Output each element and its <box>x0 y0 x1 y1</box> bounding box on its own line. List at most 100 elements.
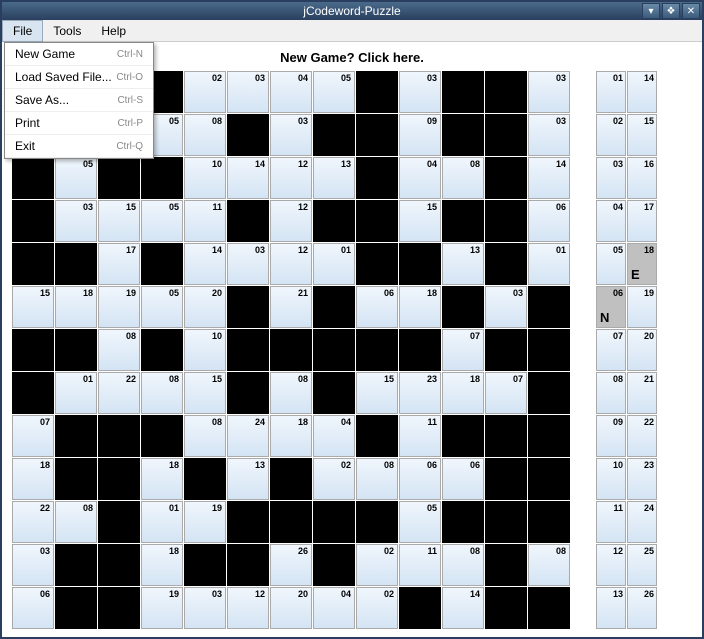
grid-cell[interactable]: 15 <box>12 286 54 328</box>
code-cell[interactable]: 11 <box>596 501 626 543</box>
grid-cell[interactable]: 11 <box>399 415 441 457</box>
grid-cell[interactable]: 04 <box>313 587 355 629</box>
grid-cell[interactable]: 10 <box>184 157 226 199</box>
grid-cell[interactable]: 08 <box>442 157 484 199</box>
grid-cell[interactable]: 22 <box>12 501 54 543</box>
grid-cell[interactable]: 05 <box>141 200 183 242</box>
grid-cell[interactable]: 15 <box>399 200 441 242</box>
code-cell[interactable]: 02 <box>596 114 626 156</box>
grid-cell[interactable]: 07 <box>12 415 54 457</box>
grid-cell[interactable]: 20 <box>270 587 312 629</box>
grid-cell[interactable]: 03 <box>12 544 54 586</box>
grid-cell[interactable]: 03 <box>485 286 527 328</box>
code-cell[interactable]: 25 <box>627 544 657 586</box>
grid-cell[interactable]: 19 <box>98 286 140 328</box>
grid-cell[interactable]: 18 <box>141 458 183 500</box>
grid-cell[interactable]: 12 <box>270 243 312 285</box>
grid-cell[interactable]: 13 <box>227 458 269 500</box>
grid-cell[interactable]: 06 <box>12 587 54 629</box>
grid-cell[interactable]: 07 <box>442 329 484 371</box>
grid-cell[interactable]: 11 <box>184 200 226 242</box>
grid-cell[interactable]: 14 <box>184 243 226 285</box>
grid-cell[interactable]: 04 <box>270 71 312 113</box>
grid-cell[interactable]: 20 <box>184 286 226 328</box>
grid-cell[interactable]: 05 <box>399 501 441 543</box>
grid-cell[interactable]: 02 <box>184 71 226 113</box>
grid-cell[interactable]: 19 <box>184 501 226 543</box>
grid-cell[interactable]: 01 <box>141 501 183 543</box>
menu-exit[interactable]: Exit Ctrl-Q <box>5 135 153 158</box>
grid-cell[interactable]: 03 <box>227 71 269 113</box>
grid-cell[interactable]: 08 <box>528 544 570 586</box>
grid-cell[interactable]: 08 <box>184 415 226 457</box>
code-cell[interactable]: 18E <box>627 243 657 285</box>
grid-cell[interactable]: 14 <box>442 587 484 629</box>
code-cell[interactable]: 21 <box>627 372 657 414</box>
grid-cell[interactable]: 14 <box>227 157 269 199</box>
grid-cell[interactable]: 01 <box>313 243 355 285</box>
code-cell[interactable]: 08 <box>596 372 626 414</box>
menu-load-saved[interactable]: Load Saved File... Ctrl-O <box>5 66 153 89</box>
grid-cell[interactable]: 05 <box>313 71 355 113</box>
grid-cell[interactable]: 03 <box>270 114 312 156</box>
grid-cell[interactable]: 04 <box>399 157 441 199</box>
grid-cell[interactable]: 07 <box>485 372 527 414</box>
code-cell[interactable]: 15 <box>627 114 657 156</box>
grid-cell[interactable]: 09 <box>399 114 441 156</box>
minimize-icon[interactable]: ▾ <box>642 3 660 19</box>
grid-cell[interactable]: 15 <box>98 200 140 242</box>
code-cell[interactable]: 12 <box>596 544 626 586</box>
grid-cell[interactable]: 18 <box>12 458 54 500</box>
grid-cell[interactable]: 08 <box>356 458 398 500</box>
grid-cell[interactable]: 18 <box>399 286 441 328</box>
grid-cell[interactable]: 18 <box>442 372 484 414</box>
grid-cell[interactable]: 12 <box>270 157 312 199</box>
grid-cell[interactable]: 22 <box>98 372 140 414</box>
code-cell[interactable]: 24 <box>627 501 657 543</box>
grid-cell[interactable]: 11 <box>399 544 441 586</box>
grid-cell[interactable]: 08 <box>98 329 140 371</box>
grid-cell[interactable]: 03 <box>528 71 570 113</box>
grid-cell[interactable]: 10 <box>184 329 226 371</box>
grid-cell[interactable]: 08 <box>55 501 97 543</box>
grid-cell[interactable]: 12 <box>227 587 269 629</box>
grid-cell[interactable]: 21 <box>270 286 312 328</box>
grid-cell[interactable]: 17 <box>98 243 140 285</box>
grid-cell[interactable]: 08 <box>184 114 226 156</box>
code-cell[interactable]: 09 <box>596 415 626 457</box>
grid-cell[interactable]: 13 <box>442 243 484 285</box>
code-cell[interactable]: 23 <box>627 458 657 500</box>
grid-cell[interactable]: 02 <box>356 544 398 586</box>
grid-cell[interactable]: 15 <box>184 372 226 414</box>
grid-cell[interactable]: 02 <box>356 587 398 629</box>
grid-cell[interactable]: 05 <box>141 286 183 328</box>
grid-cell[interactable]: 15 <box>356 372 398 414</box>
code-cell[interactable]: 10 <box>596 458 626 500</box>
grid-cell[interactable]: 23 <box>399 372 441 414</box>
menu-file[interactable]: File <box>2 20 43 42</box>
grid-cell[interactable]: 04 <box>313 415 355 457</box>
menu-tools[interactable]: Tools <box>43 21 91 41</box>
code-cell[interactable]: 19 <box>627 286 657 328</box>
grid-cell[interactable]: 08 <box>141 372 183 414</box>
maximize-icon[interactable]: ❖ <box>662 3 680 19</box>
menu-help[interactable]: Help <box>91 21 136 41</box>
grid-cell[interactable]: 02 <box>313 458 355 500</box>
grid-cell[interactable]: 19 <box>141 587 183 629</box>
grid-cell[interactable]: 13 <box>313 157 355 199</box>
code-cell[interactable]: 13 <box>596 587 626 629</box>
code-cell[interactable]: 07 <box>596 329 626 371</box>
code-cell[interactable]: 01 <box>596 71 626 113</box>
grid-cell[interactable]: 03 <box>184 587 226 629</box>
grid-cell[interactable]: 01 <box>528 243 570 285</box>
grid-cell[interactable]: 05 <box>55 157 97 199</box>
code-cell[interactable]: 04 <box>596 200 626 242</box>
grid-cell[interactable]: 06 <box>442 458 484 500</box>
grid-cell[interactable]: 03 <box>528 114 570 156</box>
grid-cell[interactable]: 03 <box>399 71 441 113</box>
grid-cell[interactable]: 06 <box>399 458 441 500</box>
grid-cell[interactable]: 08 <box>270 372 312 414</box>
grid-cell[interactable]: 03 <box>227 243 269 285</box>
code-cell[interactable]: 20 <box>627 329 657 371</box>
grid-cell[interactable]: 06 <box>356 286 398 328</box>
